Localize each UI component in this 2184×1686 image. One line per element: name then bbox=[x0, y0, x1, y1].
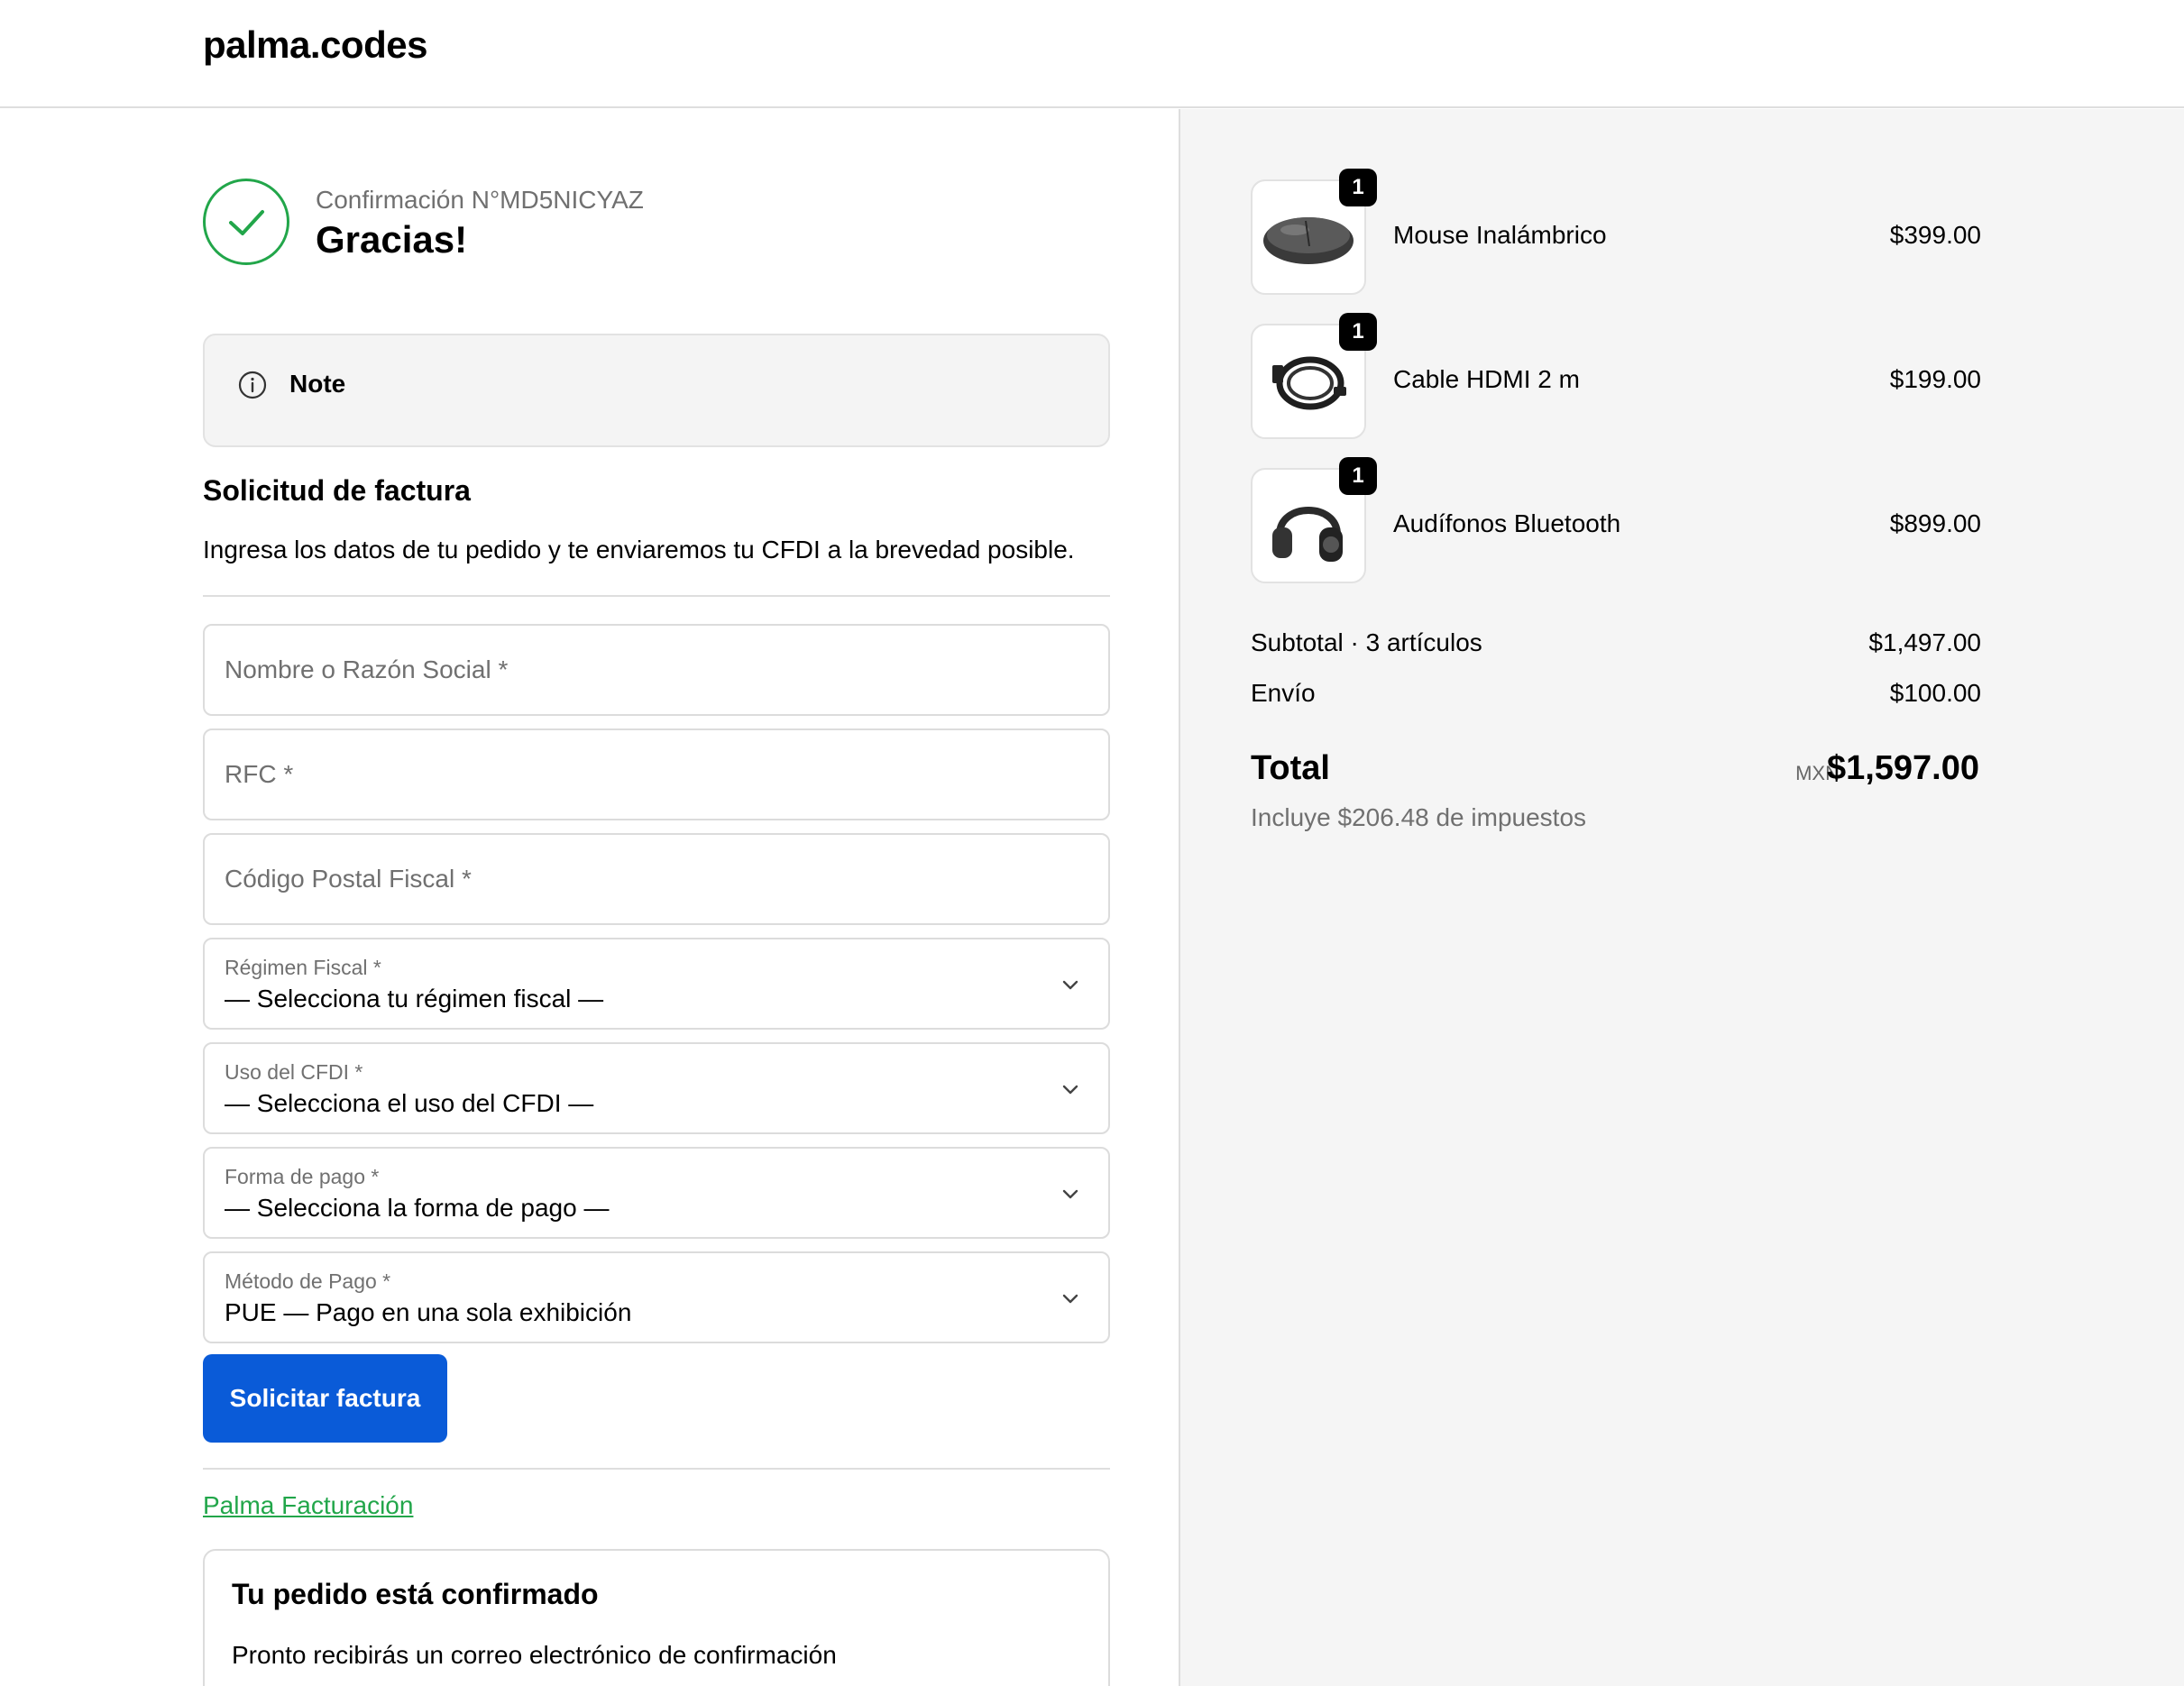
shipping-value: $100.00 bbox=[1889, 679, 1981, 707]
chevron-down-icon bbox=[1062, 1085, 1078, 1095]
line-item: 1 Mouse Inalámbrico $399.00 bbox=[1251, 169, 1981, 297]
forma-pago-select[interactable]: Forma de pago * — Selecciona la forma de… bbox=[203, 1147, 1110, 1239]
footer-divider bbox=[203, 1468, 1110, 1470]
total-label: Total bbox=[1251, 749, 1330, 787]
subtotal-value: $1,497.00 bbox=[1868, 628, 1981, 656]
zip-field bbox=[203, 833, 1110, 925]
forma-pago-label: Forma de pago * bbox=[225, 1165, 380, 1188]
metodo-pago-label: Método de Pago * bbox=[225, 1269, 391, 1293]
site-header: palma.codes bbox=[0, 0, 2184, 108]
zip-input[interactable] bbox=[205, 835, 1108, 923]
mouse-icon bbox=[1263, 217, 1354, 264]
quantity-badge: 1 bbox=[1339, 313, 1377, 351]
cable-icon bbox=[1272, 356, 1346, 410]
regimen-fiscal-label: Régimen Fiscal * bbox=[225, 956, 381, 979]
thanks-heading: Gracias! bbox=[316, 218, 468, 261]
shipping-row: Envío $100.00 bbox=[1251, 679, 1981, 708]
metodo-pago-select[interactable]: Método de Pago * PUE — Pago en una sola … bbox=[203, 1251, 1110, 1343]
name-field bbox=[203, 624, 1110, 716]
shipping-label: Envío bbox=[1251, 679, 1316, 707]
forma-pago-value: — Selecciona la forma de pago — bbox=[225, 1194, 610, 1222]
name-input[interactable] bbox=[205, 626, 1108, 714]
invoice-section-description: Ingresa los datos de tu pedido y te envi… bbox=[203, 536, 1075, 564]
item-price: $899.00 bbox=[1889, 509, 1981, 537]
order-confirmed-title: Tu pedido está confirmado bbox=[232, 1578, 599, 1610]
section-divider bbox=[203, 595, 1110, 597]
order-confirmed-description: Pronto recibirás un correo electrónico d… bbox=[232, 1641, 837, 1669]
check-circle-icon bbox=[203, 179, 289, 265]
chevron-down-icon bbox=[1062, 980, 1078, 990]
item-name: Audífonos Bluetooth bbox=[1393, 509, 1621, 537]
uso-cfdi-select[interactable]: Uso del CFDI * — Selecciona el uso del C… bbox=[203, 1042, 1110, 1134]
subtotal-label: Subtotal · 3 artículos bbox=[1251, 628, 1482, 656]
store-logo[interactable]: palma.codes bbox=[203, 23, 427, 67]
note-box: Note bbox=[203, 334, 1110, 447]
invoice-section-title: Solicitud de factura bbox=[203, 474, 471, 507]
uso-cfdi-value: — Selecciona el uso del CFDI — bbox=[225, 1089, 594, 1117]
rfc-input[interactable] bbox=[205, 730, 1108, 819]
rfc-field bbox=[203, 728, 1110, 820]
regimen-fiscal-select[interactable]: Régimen Fiscal * — Selecciona tu régimen… bbox=[203, 938, 1110, 1030]
order-summary-panel: 1 Mouse Inalámbrico $399.00 1 Cable HDMI… bbox=[1179, 109, 2184, 1686]
order-confirmed-card: Tu pedido está confirmado Pronto recibir… bbox=[203, 1549, 1110, 1686]
line-item: 1 Audífonos Bluetooth $899.00 bbox=[1251, 457, 1981, 585]
confirmation-number: Confirmación N°MD5NICYAZ bbox=[316, 186, 644, 214]
palma-facturacion-link[interactable]: Palma Facturación bbox=[203, 1491, 413, 1520]
line-item: 1 Cable HDMI 2 m $199.00 bbox=[1251, 313, 1981, 441]
note-label: Note bbox=[289, 370, 346, 398]
headphones-icon bbox=[1272, 507, 1343, 562]
total-value: $1,597.00 bbox=[1826, 749, 1979, 787]
uso-cfdi-label: Uso del CFDI * bbox=[225, 1060, 363, 1084]
regimen-fiscal-value: — Selecciona tu régimen fiscal — bbox=[225, 985, 604, 1013]
item-price: $199.00 bbox=[1889, 365, 1981, 393]
info-icon bbox=[238, 371, 267, 399]
chevron-down-icon bbox=[1062, 1189, 1078, 1199]
chevron-down-icon bbox=[1062, 1294, 1078, 1304]
tax-note: Incluye $206.48 de impuestos bbox=[1251, 803, 1587, 831]
submit-invoice-button[interactable]: Solicitar factura bbox=[203, 1354, 447, 1443]
subtotal-row: Subtotal · 3 artículos $1,497.00 bbox=[1251, 628, 1981, 657]
item-name: Cable HDMI 2 m bbox=[1393, 365, 1580, 393]
metodo-pago-value: PUE — Pago en una sola exhibición bbox=[225, 1298, 632, 1326]
item-price: $399.00 bbox=[1889, 221, 1981, 249]
item-name: Mouse Inalámbrico bbox=[1393, 221, 1607, 249]
quantity-badge: 1 bbox=[1339, 457, 1377, 495]
quantity-badge: 1 bbox=[1339, 169, 1377, 206]
